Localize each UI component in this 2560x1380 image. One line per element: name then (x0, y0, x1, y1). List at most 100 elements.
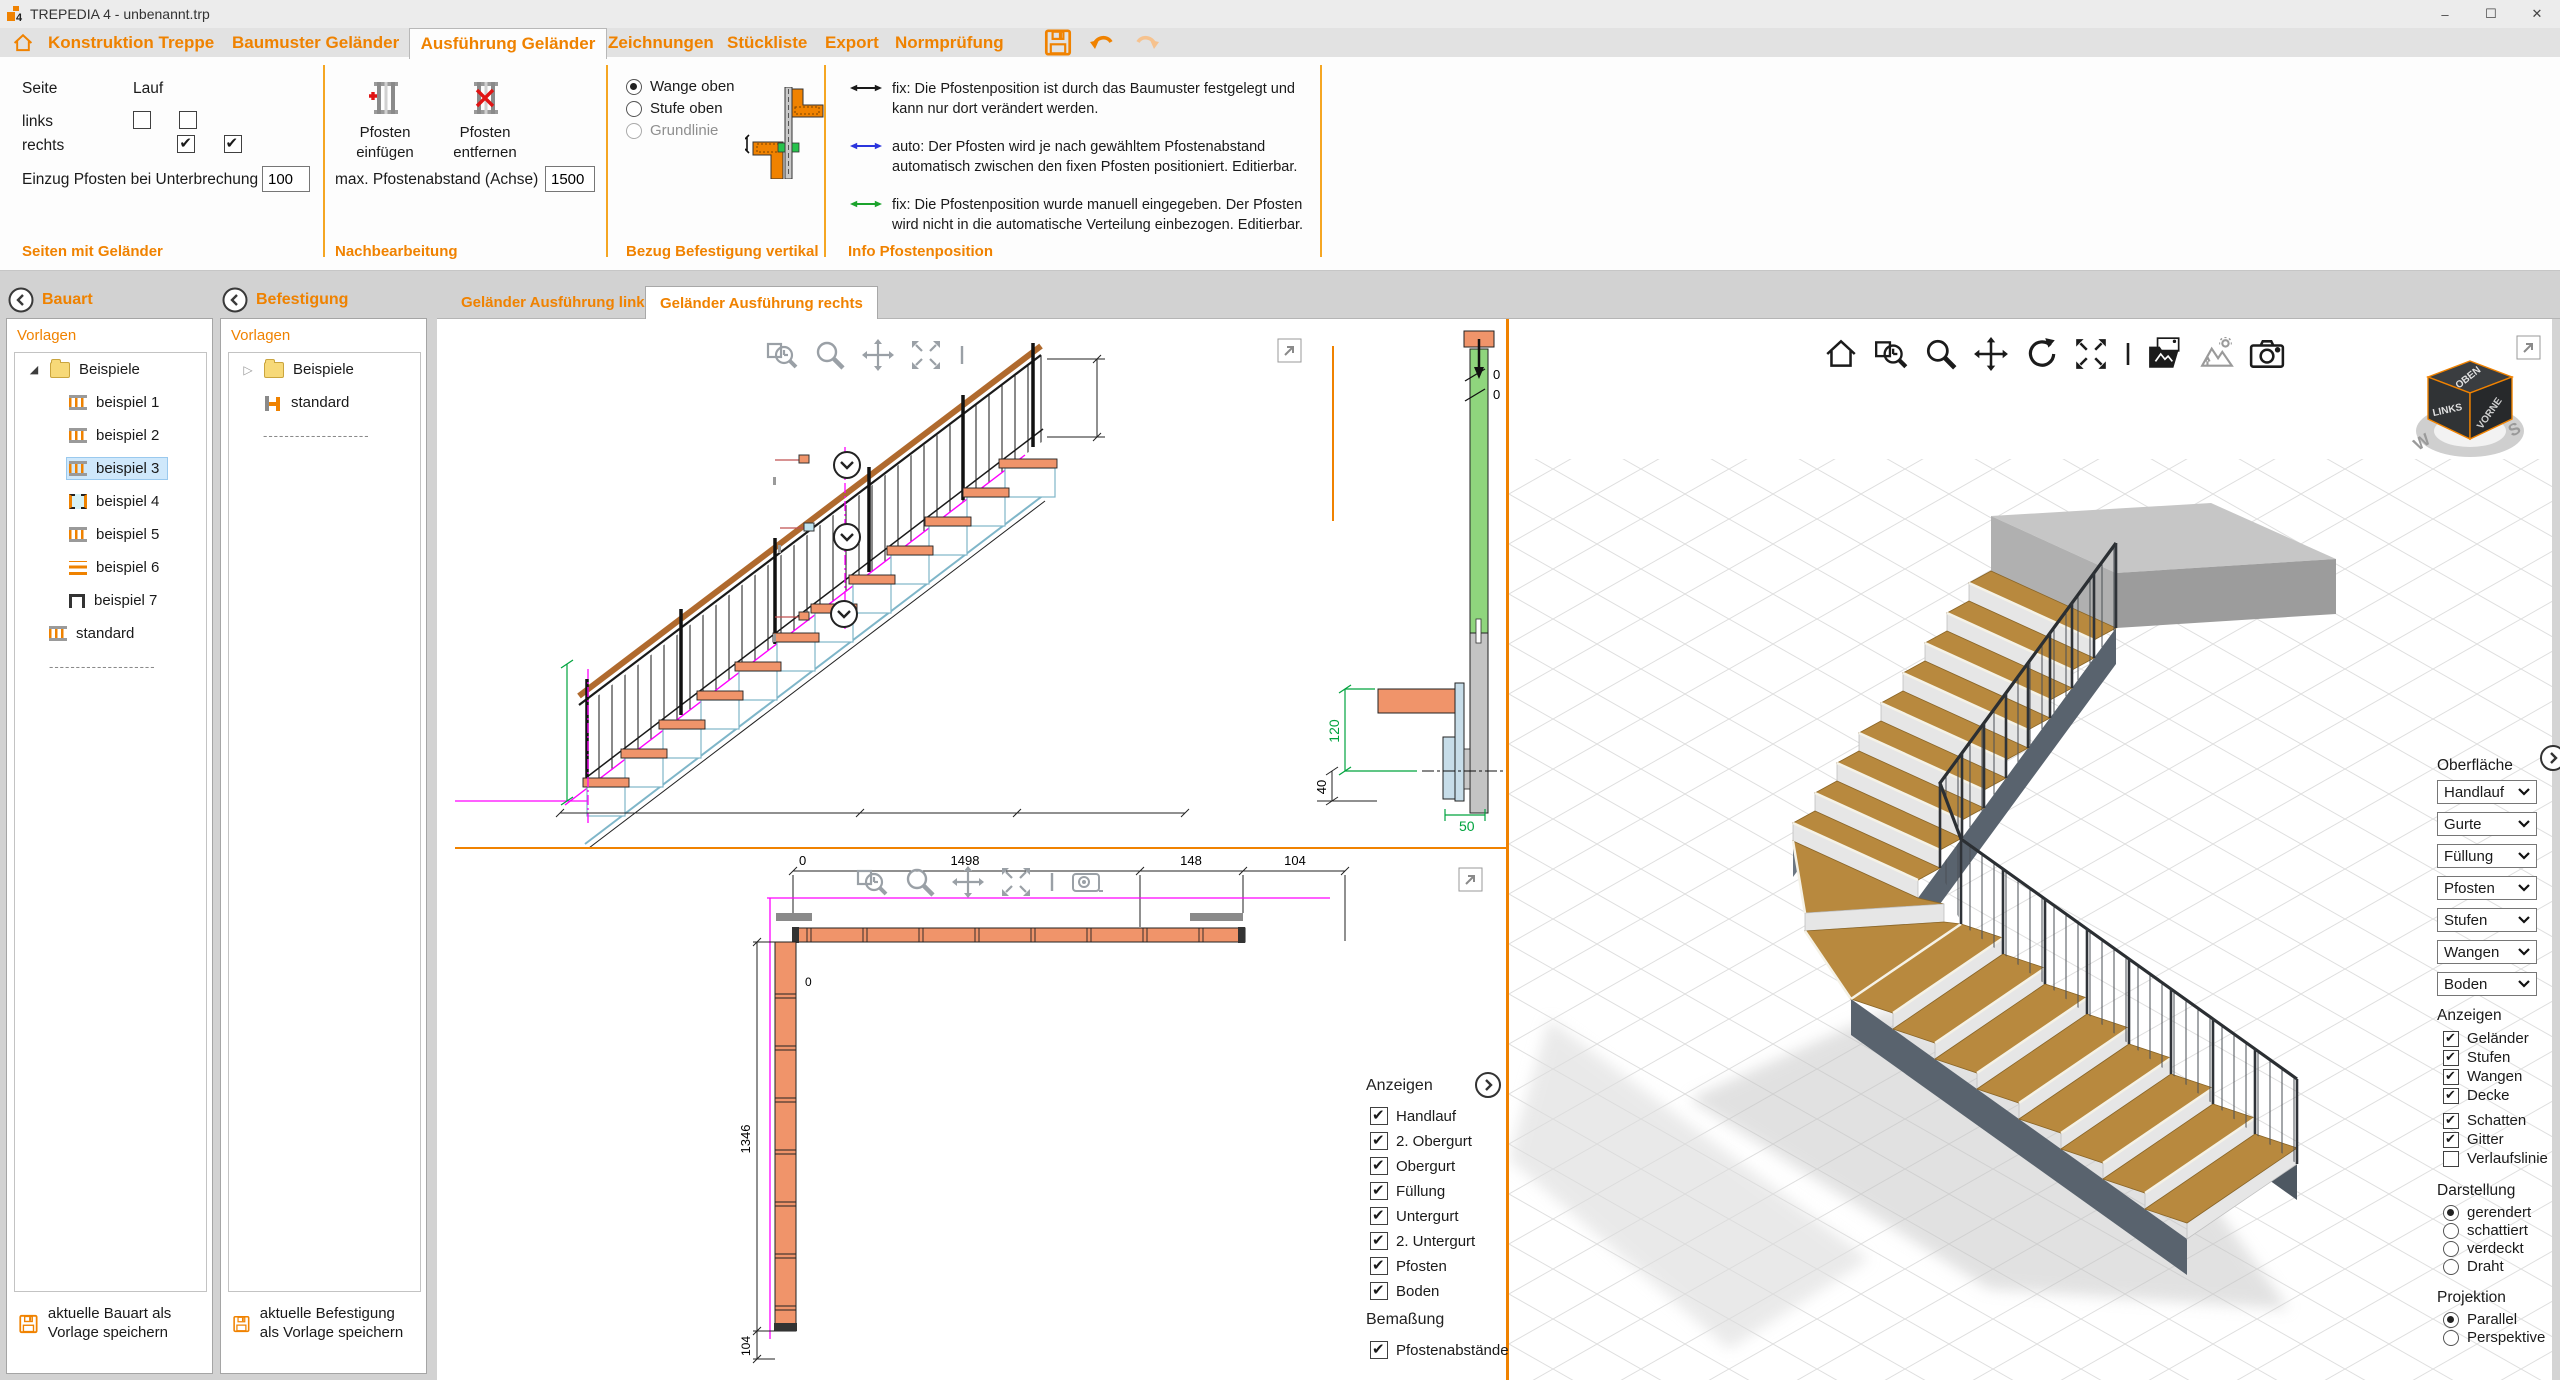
rotate-icon[interactable] (2023, 336, 2059, 372)
check-handlauf[interactable]: Handlauf (1370, 1107, 1456, 1125)
collapsed-triangle-icon[interactable]: ▷ (241, 363, 255, 377)
radio-grundlinie[interactable]: Grundlinie (626, 122, 718, 139)
expanded-triangle-icon[interactable]: ◢ (27, 363, 41, 376)
expand-elevation-button[interactable] (1277, 338, 1302, 363)
select-fuellung[interactable]: Füllung (2437, 844, 2537, 868)
view-3d[interactable] (1509, 319, 2560, 1380)
check-schatten-3d[interactable]: Schatten (2443, 1112, 2526, 1129)
maximize-button[interactable]: ☐ (2468, 0, 2514, 28)
radio-verdeckt[interactable]: verdeckt (2443, 1240, 2524, 1257)
abstand-input[interactable] (546, 167, 604, 191)
zoom-window-icon[interactable] (765, 338, 799, 372)
tree-item-standard[interactable]: standard (229, 386, 420, 419)
fit-view-icon[interactable] (909, 338, 943, 372)
radio-stufe-oben[interactable]: Stufe oben (626, 100, 723, 117)
tree-item-beispiel-1[interactable]: beispiel 1 (15, 386, 206, 419)
navigation-cube[interactable]: W S OBEN LINKS VORNE (2408, 353, 2532, 473)
fit-view-icon[interactable] (2073, 336, 2109, 372)
app-icon: 4 (6, 5, 24, 26)
pfosten-entfernen-button[interactable]: Pfosten entfernen (437, 79, 533, 162)
radio-perspektive[interactable]: Perspektive (2443, 1329, 2545, 1346)
check-decke-3d[interactable]: Decke (2443, 1087, 2510, 1104)
home-view-icon[interactable] (1823, 336, 1859, 372)
tab-export[interactable]: Export (815, 28, 889, 57)
radio-gerendert[interactable]: gerendert (2443, 1204, 2531, 1221)
save-bauart-button[interactable]: aktuelle Bauart als Vorlage speichern (19, 1305, 204, 1343)
save-befestigung-button[interactable]: aktuelle Befestigung als Vorlage speiche… (233, 1305, 418, 1343)
radio-parallel[interactable]: Parallel (2443, 1311, 2517, 1328)
radio-schattiert[interactable]: schattiert (2443, 1222, 2528, 1239)
collapse-left-icon[interactable] (222, 287, 248, 313)
select-handlauf[interactable]: Handlauf (2437, 780, 2537, 804)
select-boden[interactable]: Boden (2437, 972, 2537, 996)
check-fuellung[interactable]: Füllung (1370, 1182, 1445, 1200)
expand-plan-button[interactable] (1458, 867, 1483, 892)
check-boden[interactable]: Boden (1370, 1282, 1439, 1300)
check-stufen-3d[interactable]: Stufen (2443, 1049, 2510, 1066)
pan-icon[interactable] (951, 865, 985, 899)
measure-icon[interactable] (1071, 865, 1105, 899)
check-pfosten[interactable]: Pfosten (1370, 1257, 1447, 1275)
collapse-right-panel-button[interactable] (2539, 744, 2560, 772)
check-pfostenabstaende[interactable]: Pfostenabstände (1370, 1341, 1509, 1359)
collapse-left-icon[interactable] (8, 287, 34, 313)
minimize-button[interactable]: – (2422, 0, 2468, 28)
close-button[interactable]: ✕ (2514, 0, 2560, 28)
tab-konstruktion-treppe[interactable]: Konstruktion Treppe (38, 28, 224, 57)
check-2-obergurt[interactable]: 2. Obergurt (1370, 1132, 1472, 1150)
check-obergurt[interactable]: Obergurt (1370, 1157, 1455, 1175)
tree-item-standard[interactable]: standard (15, 617, 206, 650)
zoom-icon[interactable] (813, 338, 847, 372)
tab-stueckliste[interactable]: Stückliste (717, 28, 817, 57)
tab-ausfuehrung-gelaender[interactable]: Ausführung Geländer (409, 28, 607, 59)
pfosten-einfuegen-button[interactable]: Pfosten einfügen (337, 79, 433, 162)
tree-item-beispiel-7[interactable]: beispiel 7 (15, 584, 206, 617)
radio-draht[interactable]: Draht (2443, 1258, 2504, 1275)
checkbox-links-1[interactable] (133, 111, 151, 129)
checkbox-links-2[interactable] (179, 111, 197, 129)
checkbox-rechts-1[interactable] (177, 135, 195, 153)
tree-item-beispiele[interactable]: ◢Beispiele (15, 353, 206, 386)
tree-item-beispiel-2[interactable]: beispiel 2 (15, 419, 206, 452)
zoom-window-icon[interactable] (855, 865, 889, 899)
check-gitter-3d[interactable]: Gitter (2443, 1131, 2504, 1148)
check-wangen-3d[interactable]: Wangen (2443, 1068, 2522, 1085)
check-gelaender-3d[interactable]: Geländer (2443, 1030, 2529, 1047)
befestigung-tree: ▷Beispiele standard -------------------- (228, 352, 421, 1292)
load-background-icon[interactable] (2147, 336, 2185, 372)
pan-icon[interactable] (1973, 336, 2009, 372)
tree-item-beispiel-4[interactable]: beispiel 4 (15, 485, 206, 518)
select-pfosten[interactable]: Pfosten (2437, 876, 2537, 900)
check-untergurt[interactable]: Untergurt (1370, 1207, 1459, 1225)
einzug-input[interactable] (263, 167, 319, 191)
tab-normpruefung[interactable]: Normprüfung (885, 28, 1014, 57)
elevation-view[interactable]: 0 0 120 40 50 (437, 319, 1506, 847)
undo-button[interactable] (1089, 31, 1115, 60)
tree-item-beispiel-5[interactable]: beispiel 5 (15, 518, 206, 551)
check-2-untergurt[interactable]: 2. Untergurt (1370, 1232, 1475, 1250)
select-gurte[interactable]: Gurte (2437, 812, 2537, 836)
pan-icon[interactable] (861, 338, 895, 372)
background-image-icon[interactable] (2199, 336, 2235, 372)
tab-baumuster-gelaender[interactable]: Baumuster Geländer (222, 28, 409, 57)
tab-gelaender-links[interactable]: Geländer Ausführung links (447, 286, 667, 318)
tab-zeichnungen[interactable]: Zeichnungen (598, 28, 724, 57)
zoom-icon[interactable] (1923, 336, 1959, 372)
tree-item-beispiel-3[interactable]: beispiel 3 (15, 452, 206, 485)
zoom-icon[interactable] (903, 865, 937, 899)
check-verlaufslinie-3d[interactable]: Verlaufslinie (2443, 1150, 2548, 1167)
plan-view[interactable]: 0 1498 148 104 (437, 849, 1506, 1380)
tree-item-beispiele[interactable]: ▷Beispiele (229, 353, 420, 386)
redo-button[interactable] (1134, 31, 1160, 60)
fit-view-icon[interactable] (999, 865, 1033, 899)
screenshot-icon[interactable] (2249, 336, 2285, 372)
checkbox-rechts-2[interactable] (224, 135, 242, 153)
select-wangen[interactable]: Wangen (2437, 940, 2537, 964)
select-stufen[interactable]: Stufen (2437, 908, 2537, 932)
radio-wange-oben[interactable]: Wange oben (626, 78, 735, 95)
tree-item-beispiel-6[interactable]: beispiel 6 (15, 551, 206, 584)
save-icon (1044, 29, 1072, 56)
collapse-anzeigen-button[interactable] (1474, 1071, 1502, 1099)
tab-gelaender-rechts[interactable]: Geländer Ausführung rechts (645, 286, 878, 319)
zoom-window-icon[interactable] (1873, 336, 1909, 372)
